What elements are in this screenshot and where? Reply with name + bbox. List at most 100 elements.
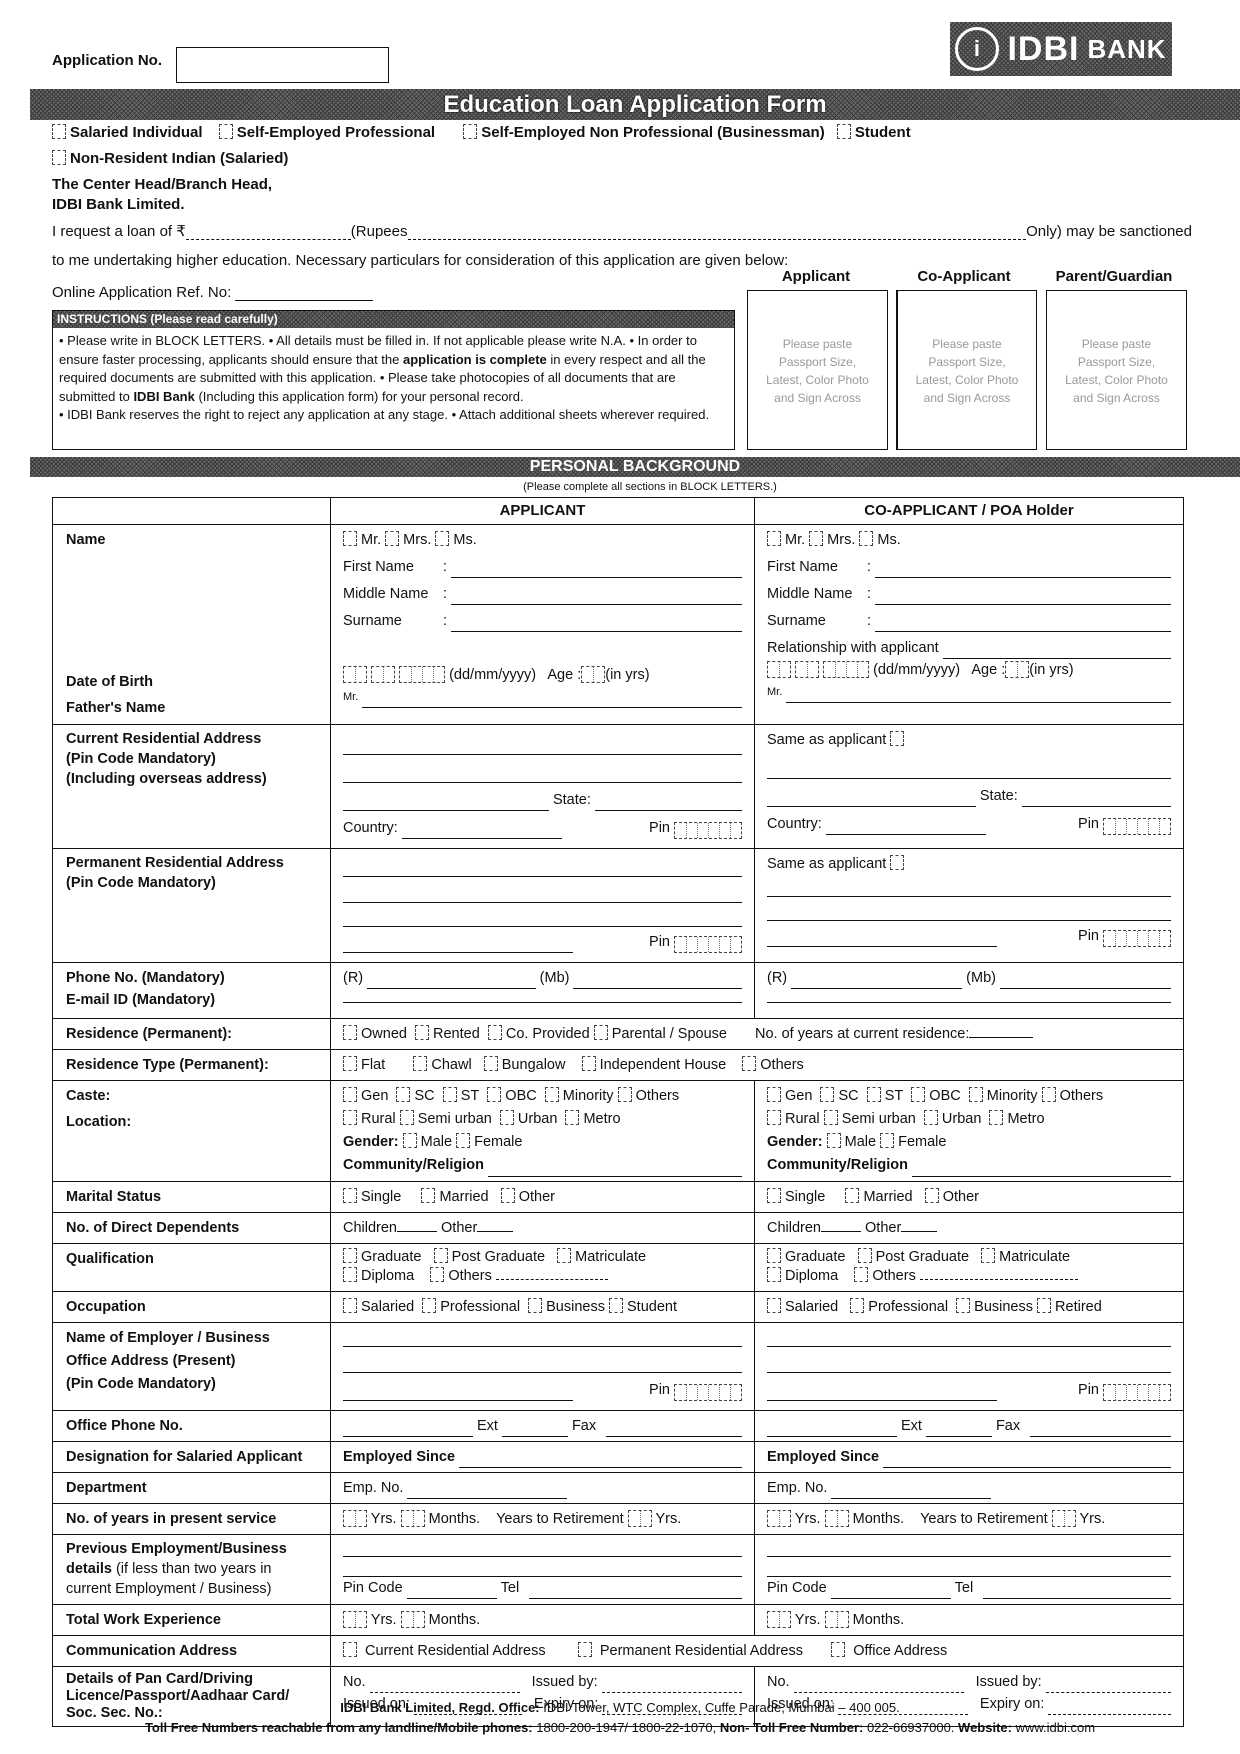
checkbox-business[interactable] [956,1298,971,1313]
issued-by-field[interactable] [601,1679,742,1693]
tel-field[interactable] [529,1585,742,1599]
age-boxes[interactable] [1005,661,1030,678]
checkbox-ms[interactable] [859,531,874,546]
checkbox-male[interactable] [826,1133,841,1148]
address-line-field[interactable] [343,741,742,755]
address-line-field[interactable] [343,913,742,927]
employer-line-field[interactable] [343,1333,742,1347]
retirement-boxes[interactable] [627,1510,652,1527]
application-no-input[interactable] [176,47,389,83]
photo-box-parent[interactable]: Please paste Passport Size, Latest, Color … [1046,290,1187,450]
checkbox-post-graduate[interactable] [433,1248,448,1263]
dob-day-boxes[interactable] [343,666,367,683]
years-boxes[interactable] [767,1510,791,1527]
ext-field[interactable] [501,1423,568,1437]
dob-day-boxes[interactable] [767,661,791,678]
community-field[interactable] [911,1163,1171,1177]
pin-boxes[interactable] [674,822,742,839]
office-phone-field[interactable] [343,1423,473,1437]
checkbox-owned[interactable] [343,1025,357,1040]
checkbox-graduate[interactable] [343,1248,357,1263]
checkbox-other[interactable] [924,1188,939,1203]
checkbox-office-address[interactable] [831,1642,846,1657]
checkbox-professional[interactable] [422,1298,437,1313]
emp-no-field[interactable] [407,1485,568,1499]
checkbox-nri-salaried[interactable] [52,150,66,165]
checkbox-salaried[interactable] [767,1298,781,1313]
issued-by-field[interactable] [1045,1679,1171,1693]
checkbox-married[interactable] [845,1188,860,1203]
loan-amount-words-field[interactable] [407,226,1027,240]
address-line-field[interactable] [343,939,573,953]
country-field[interactable] [825,821,986,835]
checkbox-single[interactable] [767,1188,781,1203]
months-boxes[interactable] [400,1611,425,1628]
online-ref-field[interactable] [235,287,374,301]
checkbox-mr[interactable] [767,531,781,546]
address-line-field[interactable] [767,883,1171,897]
checkbox-same-as-applicant[interactable] [890,731,905,746]
country-field[interactable] [401,825,562,839]
checkbox-semi-urban[interactable] [823,1110,838,1125]
checkbox-salaried[interactable] [343,1298,357,1313]
children-field[interactable] [397,1218,437,1232]
checkbox-obc[interactable] [487,1087,502,1102]
address-line-field[interactable] [767,793,976,807]
id-no-field[interactable] [793,1679,964,1693]
employer-line-field[interactable] [767,1387,997,1401]
years-boxes[interactable] [343,1510,367,1527]
mobile-field[interactable] [999,975,1172,989]
months-boxes[interactable] [824,1611,849,1628]
children-field[interactable] [821,1218,861,1232]
pin-boxes[interactable] [674,936,742,953]
checkbox-same-as-applicant[interactable] [890,855,905,870]
checkbox-rented[interactable] [415,1025,430,1040]
dob-year-boxes[interactable] [399,666,446,683]
coapplicant-surname-field[interactable] [875,618,1171,632]
years-boxes[interactable] [343,1611,367,1628]
emp-no-field[interactable] [831,1485,992,1499]
website-link[interactable]: www.idbi.com [1012,1720,1095,1735]
months-boxes[interactable] [400,1510,425,1527]
pin-code-field[interactable] [406,1585,497,1599]
others-qualification-field[interactable] [919,1266,1078,1280]
employer-line-field[interactable] [343,1387,573,1401]
checkbox-male[interactable] [402,1133,417,1148]
checkbox-business[interactable] [528,1298,543,1313]
checkbox-post-graduate[interactable] [857,1248,872,1263]
checkbox-bungalow[interactable] [483,1056,498,1071]
fax-field[interactable] [1030,1423,1171,1437]
ext-field[interactable] [925,1423,992,1437]
fax-field[interactable] [606,1423,742,1437]
pin-boxes[interactable] [1103,1384,1171,1401]
checkbox-other[interactable] [500,1188,515,1203]
coapplicant-first-name-field[interactable] [875,564,1171,578]
checkbox-minority[interactable] [968,1087,983,1102]
tel-field[interactable] [983,1585,1171,1599]
checkbox-diploma[interactable] [343,1267,357,1282]
pin-boxes[interactable] [674,1384,742,1401]
checkbox-permanent-residential[interactable] [577,1642,592,1657]
prev-employment-line-field[interactable] [343,1563,742,1577]
dob-month-boxes[interactable] [371,666,396,683]
applicant-first-name-field[interactable] [451,564,742,578]
state-field[interactable] [1021,793,1171,807]
checkbox-mr[interactable] [343,531,357,546]
coapplicant-relationship-field[interactable] [942,645,1171,659]
checkbox-rural[interactable] [767,1110,781,1125]
checkbox-mrs[interactable] [809,531,824,546]
address-line-field[interactable] [343,797,549,811]
checkbox-others[interactable] [617,1087,632,1102]
checkbox-graduate[interactable] [767,1248,781,1263]
checkbox-metro[interactable] [989,1110,1004,1125]
checkbox-others[interactable] [742,1056,757,1071]
coapplicant-father-name-field[interactable] [786,689,1171,703]
photo-box-applicant[interactable]: Please paste Passport Size, Latest, Color … [747,290,888,450]
address-line-field[interactable] [767,933,997,947]
checkbox-ms[interactable] [435,531,450,546]
checkbox-female[interactable] [880,1133,895,1148]
address-line-field[interactable] [767,765,1171,779]
employer-line-field[interactable] [767,1359,1171,1373]
email-field[interactable] [767,989,1171,1003]
checkbox-salaried-individual[interactable] [52,124,66,139]
